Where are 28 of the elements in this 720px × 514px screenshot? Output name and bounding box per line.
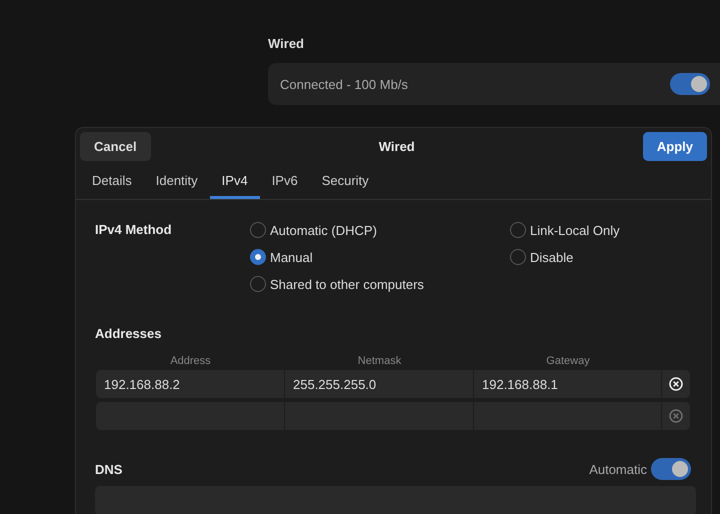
section-title: Wired (268, 36, 305, 51)
radio-option[interactable]: Shared to other computers (250, 276, 510, 292)
netmask-field[interactable]: 255.255.255.0 (285, 370, 474, 398)
tab[interactable]: IPv4 (210, 167, 260, 199)
dialog-title: Wired (378, 139, 415, 154)
method-label: IPv4 Method (95, 222, 173, 238)
address-field[interactable]: 192.168.88.2 (96, 370, 285, 398)
column-header: Netmask (356, 355, 402, 367)
automatic-label: Automatic (589, 462, 647, 476)
toggle-switch[interactable] (670, 73, 710, 95)
column-header: Address (169, 355, 212, 367)
gateway-field[interactable]: 192.168.88.1 (474, 370, 662, 398)
radio-option[interactable]: Manual (250, 249, 510, 265)
tab[interactable]: Security (310, 167, 381, 199)
radio-option[interactable]: Disable (510, 249, 691, 265)
tab[interactable]: IPv6 (260, 167, 310, 199)
column-header: Gateway (545, 355, 591, 367)
toggle-switch[interactable] (651, 458, 691, 480)
cancel-button[interactable]: Cancel (80, 132, 151, 161)
remove-icon[interactable] (669, 377, 683, 391)
connection-status: Connected - 100 Mb/s (280, 76, 408, 92)
addresses-label: Addresses (95, 326, 162, 341)
radio-option[interactable]: Automatic (DHCP) (250, 222, 510, 238)
dns-label: DNS (95, 462, 122, 476)
apply-button[interactable]: Apply (642, 132, 707, 161)
radio-option[interactable]: Link-Local Only (510, 222, 691, 238)
tab[interactable]: Identity (144, 167, 210, 199)
tab[interactable]: Details (80, 167, 144, 199)
